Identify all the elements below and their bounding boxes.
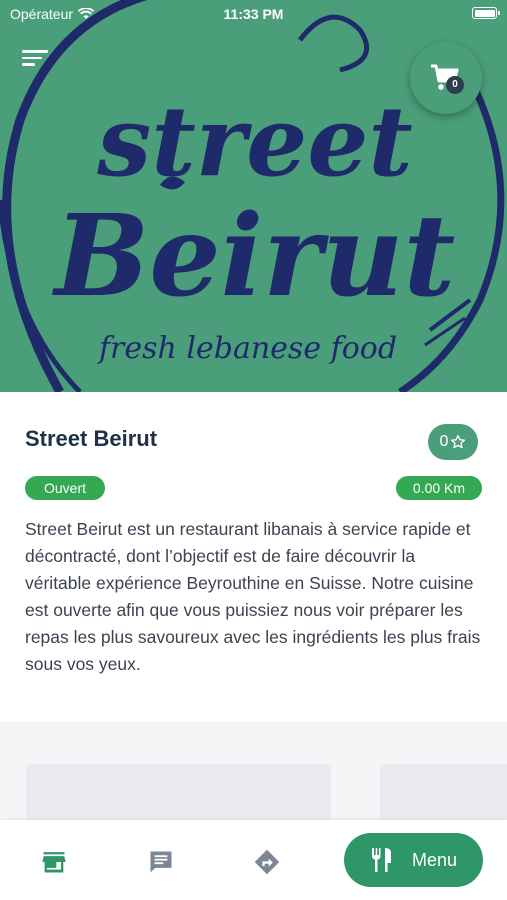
- battery-icon: [472, 7, 500, 19]
- tab-messages[interactable]: [147, 848, 175, 876]
- cart-button[interactable]: 0: [410, 42, 482, 114]
- distance-badge: 0.00 Km: [396, 476, 482, 500]
- svg-text:fresh lebanese food: fresh lebanese food: [97, 331, 397, 366]
- chat-icon: [150, 851, 172, 873]
- bottom-navigation: Menu: [0, 820, 507, 900]
- svg-text:street: street: [96, 85, 412, 198]
- tab-directions[interactable]: [253, 848, 281, 876]
- store-icon: [42, 852, 66, 873]
- cart-count-badge: 0: [446, 76, 464, 94]
- clock: 11:33 PM: [223, 6, 284, 22]
- star-outline-icon: [451, 435, 466, 449]
- status-bar: Opérateur 11:33 PM: [0, 0, 507, 28]
- fork-knife-icon: [371, 848, 391, 872]
- svg-text:Beirut: Beirut: [52, 191, 456, 322]
- hamburger-menu-button[interactable]: [22, 50, 48, 70]
- menu-category-card[interactable]: [26, 764, 331, 824]
- rating-button[interactable]: 0: [428, 424, 478, 460]
- hero-banner: street Beirut fresh lebanese food Opérat…: [0, 0, 507, 392]
- menu-button-label: Menu: [411, 849, 458, 870]
- directions-icon: [254, 849, 280, 875]
- menu-category-card[interactable]: [380, 764, 507, 824]
- restaurant-info: Street Beirut 0 Ouvert 0.00 Km Street Be…: [0, 392, 507, 722]
- menu-button[interactable]: Menu: [344, 833, 483, 887]
- rating-value: 0: [439, 433, 449, 450]
- restaurant-name: Street Beirut: [25, 426, 158, 451]
- restaurant-description: Street Beirut est un restaurant libanais…: [25, 519, 481, 674]
- tab-store[interactable]: [40, 848, 68, 876]
- open-status-badge: Ouvert: [25, 476, 105, 500]
